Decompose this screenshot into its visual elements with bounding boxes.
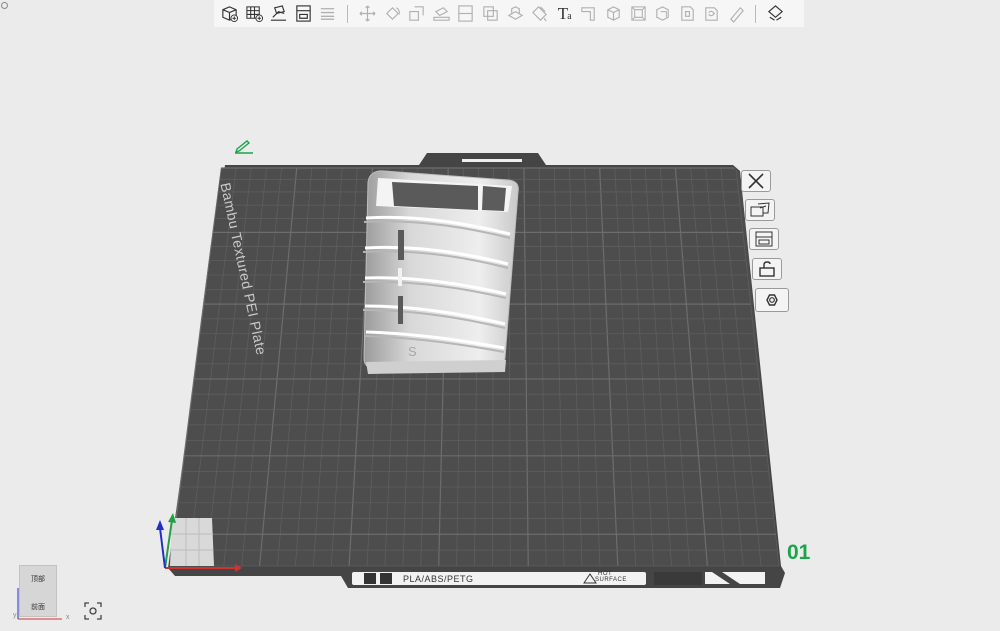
close-plate-button[interactable] [741, 170, 771, 192]
close-plate-icon [748, 173, 764, 189]
plate-settings-icon [750, 202, 770, 217]
plate-icons-bar [654, 572, 702, 585]
model-object[interactable] [362, 170, 519, 374]
model-embossed-label: S [408, 344, 417, 359]
plate-gear-icon [766, 294, 778, 306]
plate-handle [462, 159, 522, 162]
nav-axis-x-label: x [66, 614, 70, 621]
plate-filament-label: PLA/ABS/PETG [403, 574, 474, 584]
nav-cube-top-label: 顶部 [31, 576, 45, 583]
edit-plate-name-icon[interactable] [233, 138, 255, 154]
plate-gear-button[interactable] [755, 288, 789, 312]
nav-cube-axes [17, 588, 62, 620]
z-axis-arrow [156, 520, 164, 530]
lock-plate-button[interactable] [752, 258, 782, 280]
bambu-logo-icon [364, 573, 376, 584]
plate-number: 01 [787, 541, 811, 564]
plate-settings-button[interactable] [745, 199, 775, 221]
hot-surface-label-2: SURFACE [595, 577, 627, 583]
z-axis [159, 527, 166, 569]
origin-block [170, 518, 214, 566]
plate-type-icon [380, 573, 392, 584]
lock-plate-icon [759, 261, 775, 277]
3d-viewport[interactable] [0, 0, 1000, 631]
fit-view-icon[interactable] [83, 601, 103, 621]
nav-axis-y-label: y [13, 612, 17, 619]
arrange-plate-button[interactable] [749, 228, 779, 250]
arrange-plate-icon [755, 231, 773, 247]
